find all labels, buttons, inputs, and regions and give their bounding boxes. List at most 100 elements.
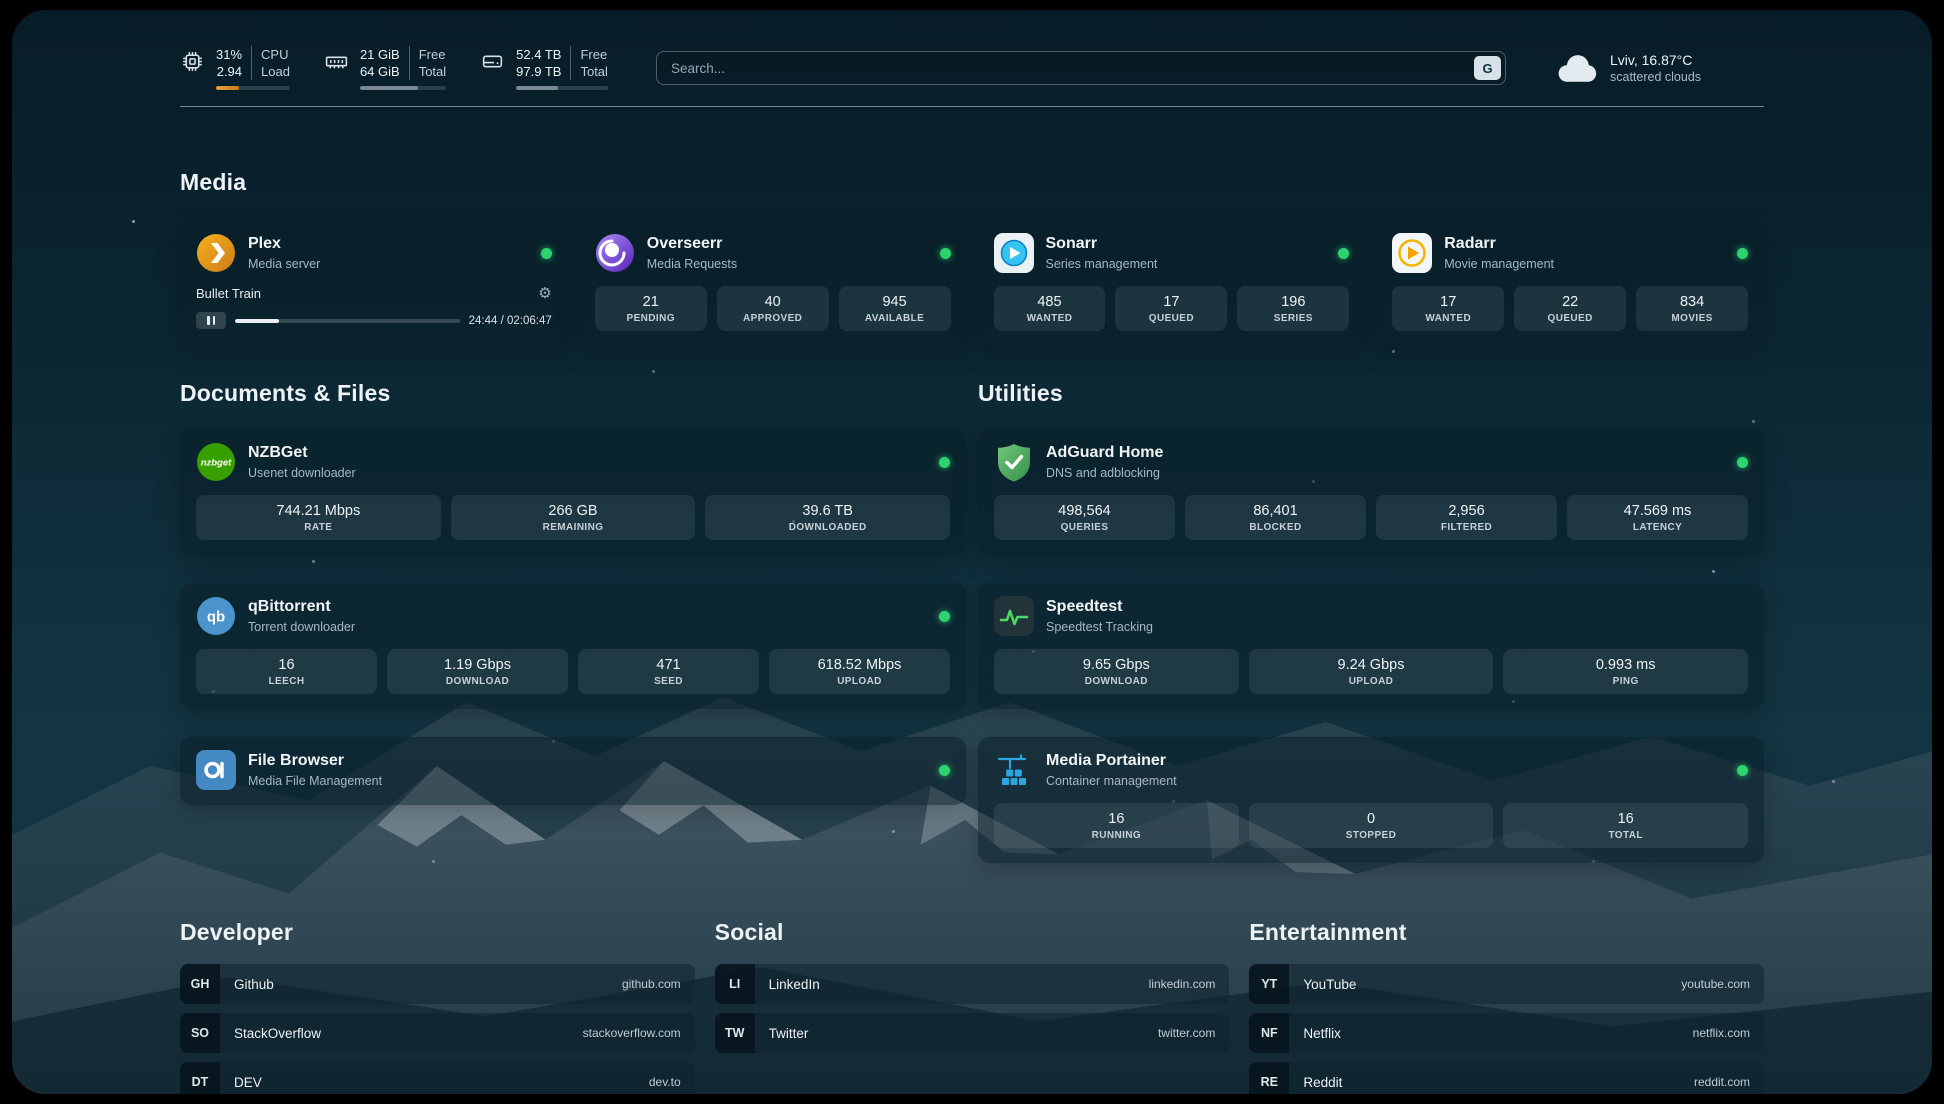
memory-widget: 21 GiB 64 GiB Free Total (324, 46, 446, 90)
stat-label: AVAILABLE (843, 313, 947, 324)
cpu-label-2: Load (261, 63, 290, 80)
stat-label: LEECH (200, 676, 373, 687)
stat-ping: 0.993 ms PING (1503, 649, 1748, 694)
service-card-filebrowser[interactable]: File Browser Media File Management (180, 737, 966, 805)
service-card-portainer[interactable]: Media Portainer Container management 16 … (978, 737, 1764, 863)
bookmark-netflix[interactable]: NF Netflix netflix.com (1249, 1013, 1764, 1053)
service-subtitle: Media server (248, 257, 320, 271)
weather-widget: Lviv, 16.87°C scattered clouds (1554, 52, 1764, 84)
pause-button[interactable] (196, 312, 226, 329)
playback-progress-bar[interactable] (235, 319, 460, 323)
search-input[interactable] (656, 51, 1506, 85)
stat-value: 9.65 Gbps (998, 657, 1235, 673)
bookmark-dev[interactable]: DT DEV dev.to (180, 1062, 695, 1094)
stat-pending: 21 PENDING (595, 286, 707, 331)
service-name: AdGuard Home (1046, 444, 1163, 462)
section-title-developer: Developer (180, 919, 695, 946)
bookmark-twitter[interactable]: TW Twitter twitter.com (715, 1013, 1230, 1053)
gear-icon[interactable]: ⚙ (538, 284, 551, 302)
stat-label: QUEUED (1119, 313, 1223, 324)
stat-label: APPROVED (721, 313, 825, 324)
memory-free-value: 21 GiB (360, 46, 400, 63)
bookmark-name: StackOverflow (234, 1026, 321, 1041)
stat-blocked: 86,401 BLOCKED (1185, 495, 1366, 540)
section-title-social: Social (715, 919, 1230, 946)
stat-label: REMAINING (455, 522, 692, 533)
svg-text:nzbget: nzbget (201, 458, 232, 469)
service-card-sonarr[interactable]: Sonarr Series management 485 WANTED 17 Q… (978, 220, 1366, 346)
bookmark-url: github.com (622, 977, 681, 991)
bookmark-youtube[interactable]: YT YouTube youtube.com (1249, 964, 1764, 1004)
bookmark-url: youtube.com (1681, 977, 1750, 991)
stat-value: 0.993 ms (1507, 657, 1744, 673)
stat-label: RATE (200, 522, 437, 533)
cpu-load: 2.94 (216, 63, 242, 80)
stat-upload: 9.24 Gbps UPLOAD (1249, 649, 1494, 694)
qbittorrent-icon: qb (196, 596, 236, 636)
stat-label: STOPPED (1253, 830, 1490, 841)
section-title-utilities: Utilities (978, 380, 1764, 407)
service-card-plex[interactable]: Plex Media server Bullet Train ⚙ 24:44 /… (180, 220, 568, 346)
stat-seed: 471 SEED (578, 649, 759, 694)
stat-label: TOTAL (1507, 830, 1744, 841)
stat-label: BLOCKED (1189, 522, 1362, 533)
bookmark-url: reddit.com (1694, 1075, 1750, 1089)
status-dot (541, 248, 552, 259)
youtube-abbr-icon: YT (1249, 964, 1289, 1004)
bookmark-name: LinkedIn (769, 977, 820, 992)
service-card-nzbget[interactable]: nzbget NZBGet Usenet downloader 744.21 M… (180, 429, 966, 555)
service-name: Media Portainer (1046, 752, 1177, 770)
stat-movies: 834 MOVIES (1636, 286, 1748, 331)
now-playing-title: Bullet Train (196, 286, 261, 301)
stat-upload: 618.52 Mbps UPLOAD (769, 649, 950, 694)
stat-value: 22 (1518, 294, 1622, 310)
bookmark-url: twitter.com (1158, 1026, 1215, 1040)
disk-free-value: 52.4 TB (516, 46, 561, 63)
status-dot (939, 611, 950, 622)
service-card-speedtest[interactable]: Speedtest Speedtest Tracking 9.65 Gbps D… (978, 583, 1764, 709)
service-name: Overseerr (647, 235, 737, 253)
stat-queued: 22 QUEUED (1514, 286, 1626, 331)
bookmark-linkedin[interactable]: LI LinkedIn linkedin.com (715, 964, 1230, 1004)
stat-label: PENDING (599, 313, 703, 324)
twitter-abbr-icon: TW (715, 1013, 755, 1053)
search-provider-button[interactable]: G (1474, 56, 1501, 80)
svg-text:qb: qb (207, 609, 225, 626)
stat-value: 498,564 (998, 503, 1171, 519)
memory-total-value: 64 GiB (360, 63, 400, 80)
cpu-chip-icon (180, 49, 205, 74)
stat-label: UPLOAD (1253, 676, 1490, 687)
stat-wanted: 17 WANTED (1392, 286, 1504, 331)
stat-value: 16 (200, 657, 373, 673)
memory-free-label: Free (419, 46, 446, 63)
stat-label: SERIES (1241, 313, 1345, 324)
plex-icon (196, 233, 236, 273)
topbar-divider (180, 106, 1764, 107)
netflix-abbr-icon: NF (1249, 1013, 1289, 1053)
stat-value: 17 (1119, 294, 1223, 310)
bookmark-github[interactable]: GH Github github.com (180, 964, 695, 1004)
disk-bar (516, 86, 608, 90)
bookmark-reddit[interactable]: RE Reddit reddit.com (1249, 1062, 1764, 1094)
service-card-overseerr[interactable]: Overseerr Media Requests 21 PENDING 40 A… (579, 220, 967, 346)
search-bar: G (656, 51, 1506, 85)
section-documents: Documents & Files nzbget NZBGet Usenet d (180, 380, 966, 863)
portainer-icon (994, 750, 1034, 790)
service-subtitle: Media Requests (647, 257, 737, 271)
stat-label: QUEUED (1518, 313, 1622, 324)
bookmark-url: linkedin.com (1149, 977, 1216, 991)
section-utilities: Utilities AdGuard (978, 380, 1764, 863)
stat-value: 196 (1241, 294, 1345, 310)
stat-label: WANTED (1396, 313, 1500, 324)
service-card-qbittorrent[interactable]: qb qBittorrent Torrent downloader 16 LEE… (180, 583, 966, 709)
service-card-adguard[interactable]: AdGuard Home DNS and adblocking 498,564 … (978, 429, 1764, 555)
stat-value: 9.24 Gbps (1253, 657, 1490, 673)
stat-value: 39.6 TB (709, 503, 946, 519)
bookmark-name: Reddit (1303, 1075, 1342, 1090)
bookmark-url: netflix.com (1693, 1026, 1750, 1040)
cpu-widget: 31% 2.94 CPU Load (180, 46, 290, 90)
service-card-radarr[interactable]: Radarr Movie management 17 WANTED 22 QUE… (1376, 220, 1764, 346)
reddit-abbr-icon: RE (1249, 1062, 1289, 1094)
bookmark-stackoverflow[interactable]: SO StackOverflow stackoverflow.com (180, 1013, 695, 1053)
stat-total: 16 TOTAL (1503, 803, 1748, 848)
